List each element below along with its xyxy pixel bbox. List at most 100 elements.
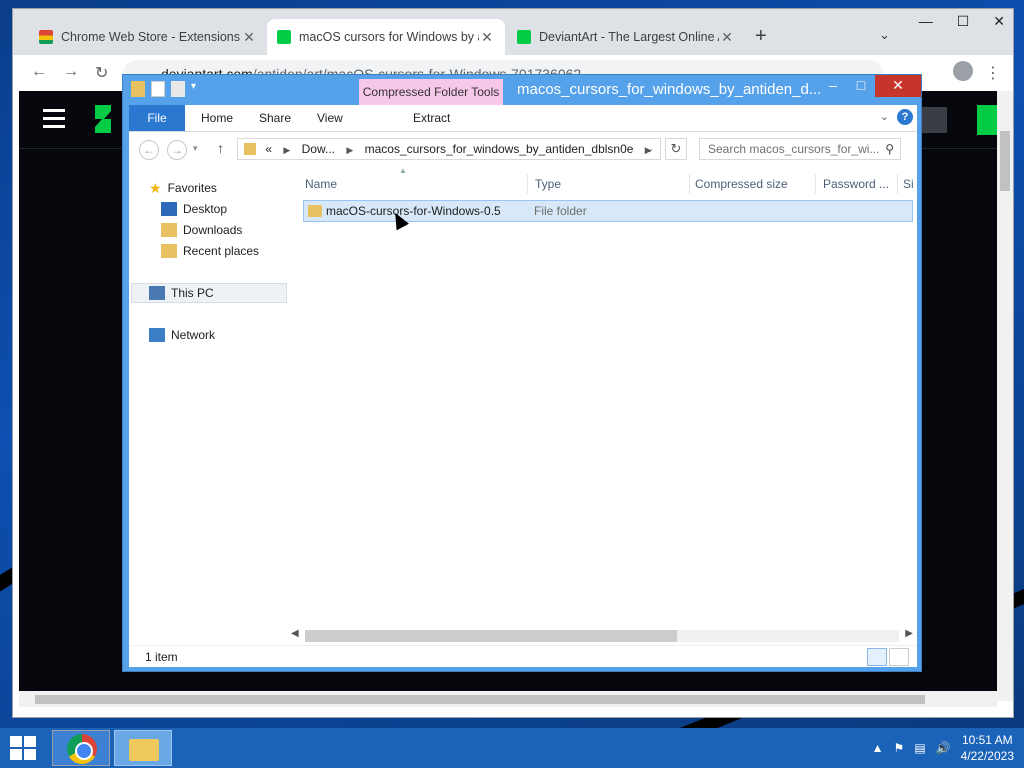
submit-button[interactable] — [977, 105, 999, 135]
nav-network[interactable]: Network — [149, 325, 215, 345]
large-icons-view-icon[interactable] — [889, 648, 909, 666]
deviantart-logo-icon[interactable] — [91, 105, 111, 133]
ribbon-tabs: File Home Share View Extract ⌄ ? — [129, 105, 917, 131]
maximize-button[interactable]: ☐ — [957, 13, 970, 30]
scroll-left-icon[interactable]: ◀ — [291, 628, 299, 639]
recent-locations-icon[interactable]: ▾ — [193, 143, 198, 154]
file-explorer-window: ▾ Compressed Folder Tools macos_cursors_… — [122, 74, 922, 672]
column-header-password[interactable]: Password ... — [823, 172, 889, 196]
network-icon — [149, 328, 165, 342]
nav-this-pc[interactable]: This PC — [131, 283, 287, 303]
forward-arrow-icon[interactable]: → — [167, 140, 187, 160]
clock[interactable]: 10:51 AM 4/22/2023 — [961, 732, 1014, 764]
hamburger-menu-icon[interactable] — [43, 109, 65, 128]
new-tab-button[interactable]: + — [755, 25, 767, 48]
page-horizontal-scrollbar[interactable] — [19, 691, 997, 707]
nav-recent-places[interactable]: Recent places — [161, 241, 259, 261]
maximize-button[interactable]: □ — [847, 75, 875, 97]
page-vertical-scrollbar[interactable] — [997, 91, 1013, 701]
scroll-right-icon[interactable]: ▶ — [905, 628, 913, 639]
start-button-windows-icon[interactable] — [10, 736, 38, 762]
user-avatar[interactable] — [921, 107, 947, 133]
search-icon: ⚲ — [885, 142, 894, 156]
column-divider[interactable] — [689, 174, 690, 194]
compressed-folder-tools-tab[interactable]: Compressed Folder Tools — [359, 79, 503, 105]
explorer-title-bar: ▾ Compressed Folder Tools macos_cursors_… — [123, 75, 921, 105]
nav-desktop[interactable]: Desktop — [161, 199, 227, 219]
close-tab-icon[interactable]: ✕ — [479, 29, 495, 46]
search-placeholder: Search macos_cursors_for_wi... — [708, 142, 880, 156]
breadcrumb-chevron-icon[interactable]: ▶ — [346, 145, 353, 155]
network-status-icon[interactable]: ▤ — [914, 741, 925, 755]
minimize-button[interactable]: — — [919, 13, 933, 30]
navigation-pane: ★ Favorites Desktop Downloads Recent pla… — [129, 166, 289, 620]
horizontal-scrollbar[interactable]: ◀ ▶ — [289, 626, 917, 644]
expand-ribbon-icon[interactable]: ⌄ — [880, 110, 889, 123]
close-tab-icon[interactable]: ✕ — [719, 29, 735, 46]
minimize-button[interactable]: – — [819, 75, 847, 97]
reload-icon[interactable]: ↻ — [95, 63, 108, 83]
item-count: 1 item — [145, 650, 178, 664]
column-divider[interactable] — [527, 174, 528, 194]
file-explorer-icon — [129, 739, 159, 761]
column-header-compressed-size[interactable]: Compressed size — [695, 172, 788, 196]
tab-search-button[interactable]: ⌄ — [879, 27, 890, 43]
nav-label: Network — [171, 328, 216, 342]
address-bar[interactable]: « ▶ Dow... ▶ macos_cursors_for_windows_b… — [237, 138, 661, 160]
tab-deviantart[interactable]: DeviantArt - The Largest Online A ✕ — [507, 19, 745, 55]
computer-icon — [149, 286, 165, 300]
scrollbar-thumb[interactable] — [305, 630, 677, 642]
status-bar: 1 item — [129, 645, 917, 667]
column-divider[interactable] — [897, 174, 898, 194]
close-button[interactable]: ✕ — [875, 75, 921, 97]
back-arrow-icon[interactable]: ← — [31, 63, 47, 81]
downloads-icon — [161, 223, 177, 237]
up-arrow-icon[interactable]: ↑ — [217, 140, 224, 156]
column-header-size[interactable]: Si — [903, 172, 914, 196]
close-window-button[interactable]: ✕ — [993, 13, 1005, 30]
search-input[interactable]: Search macos_cursors_for_wi... ⚲ — [699, 138, 901, 160]
taskbar: ▲ ⚑ ▤ 🔊 10:51 AM 4/22/2023 — [0, 728, 1024, 768]
close-tab-icon[interactable]: ✕ — [241, 29, 257, 46]
customize-dropdown-icon[interactable]: ▾ — [191, 81, 201, 97]
help-icon[interactable]: ? — [897, 109, 913, 125]
file-name: macOS-cursors-for-Windows-0.5 — [326, 204, 501, 218]
refresh-icon[interactable]: ↻ — [665, 138, 687, 160]
tab-share[interactable]: Share — [259, 105, 291, 131]
new-folder-icon[interactable] — [171, 81, 185, 97]
back-arrow-icon[interactable]: ← — [139, 140, 159, 160]
volume-icon[interactable]: 🔊 — [936, 741, 951, 755]
clock-time: 10:51 AM — [961, 733, 1013, 747]
column-divider[interactable] — [815, 174, 816, 194]
taskbar-file-explorer[interactable] — [114, 730, 172, 766]
column-header-type[interactable]: Type — [535, 172, 561, 196]
properties-icon[interactable] — [151, 81, 165, 97]
tab-file[interactable]: File — [129, 105, 185, 131]
tab-title: DeviantArt - The Largest Online A — [539, 30, 719, 44]
tab-view[interactable]: View — [317, 105, 343, 131]
tab-home[interactable]: Home — [201, 105, 233, 131]
tab-extract[interactable]: Extract — [413, 105, 450, 131]
explorer-body: ← → ▾ ↑ « ▶ Dow... ▶ macos_cursors_for_w… — [129, 131, 917, 645]
nav-favorites[interactable]: ★ Favorites — [149, 178, 217, 198]
tab-title: Chrome Web Store - Extensions — [61, 30, 241, 44]
nav-downloads[interactable]: Downloads — [161, 220, 242, 240]
tab-macos-cursors[interactable]: macOS cursors for Windows by a ✕ — [267, 19, 505, 55]
address-history-dropdown-icon[interactable]: ⌄ — [645, 142, 654, 155]
file-type: File folder — [534, 204, 587, 218]
breadcrumb-downloads[interactable]: Dow... — [302, 142, 335, 156]
column-header-name[interactable]: Name — [305, 172, 337, 196]
forward-arrow-icon[interactable]: → — [63, 63, 79, 81]
details-view-icon[interactable] — [867, 648, 887, 666]
show-hidden-icons-icon[interactable]: ▲ — [872, 741, 884, 755]
profile-avatar-icon[interactable] — [953, 61, 973, 81]
system-tray: ▲ ⚑ ▤ 🔊 10:51 AM 4/22/2023 — [872, 728, 1014, 768]
breadcrumb-zip[interactable]: macos_cursors_for_windows_by_antiden_dbl… — [365, 142, 634, 156]
menu-kebab-icon[interactable]: ⋮ — [985, 63, 1001, 83]
taskbar-chrome[interactable] — [52, 730, 110, 766]
desktop-icon — [161, 202, 177, 216]
action-center-flag-icon[interactable]: ⚑ — [894, 741, 905, 755]
address-overflow[interactable]: « — [265, 142, 272, 156]
breadcrumb-chevron-icon[interactable]: ▶ — [283, 145, 290, 155]
tab-chrome-web-store[interactable]: Chrome Web Store - Extensions ✕ — [29, 19, 267, 55]
